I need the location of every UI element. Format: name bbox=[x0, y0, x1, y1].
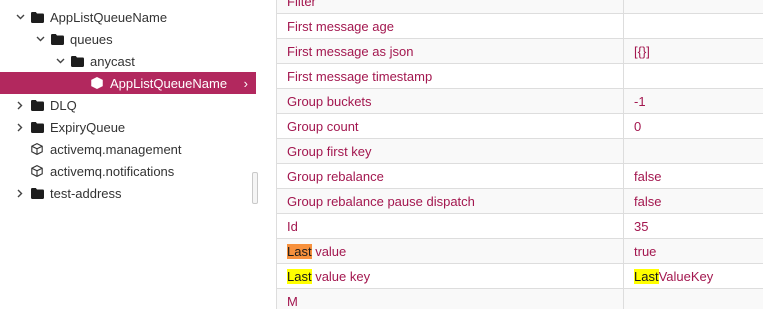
tree-item-label: ExpiryQueue bbox=[50, 119, 126, 135]
attributes-table-container: Filter First message age First message as … bbox=[276, 0, 763, 309]
attribute-name-text: value bbox=[311, 243, 347, 259]
search-highlight: Last bbox=[287, 243, 312, 259]
attribute-value: [{}] bbox=[623, 38, 763, 64]
attribute-name: Group first key bbox=[276, 138, 624, 164]
attribute-name: Last value key bbox=[276, 263, 624, 289]
tree-item-label: AppListQueueName bbox=[110, 75, 228, 91]
tree-scrollbar[interactable] bbox=[252, 172, 258, 204]
tree-item[interactable]: test-address bbox=[0, 182, 256, 204]
cube-icon bbox=[90, 77, 104, 89]
attribute-value: LastValueKey bbox=[623, 263, 763, 289]
tree-item-label: AppListQueueName bbox=[50, 9, 168, 25]
attribute-value bbox=[623, 138, 763, 164]
table-row[interactable]: Last value key LastValueKey bbox=[276, 263, 763, 289]
table-row[interactable]: Group first key bbox=[276, 138, 763, 164]
search-highlight: Last bbox=[287, 268, 312, 284]
attribute-name: Group rebalance bbox=[276, 163, 624, 189]
attribute-value: false bbox=[623, 163, 763, 189]
tree-item[interactable]: DLQ bbox=[0, 94, 256, 116]
tree-item[interactable]: anycast bbox=[0, 50, 256, 72]
tree-item[interactable]: ExpiryQueue bbox=[0, 116, 256, 138]
tree-item-label: activemq.notifications bbox=[50, 163, 175, 179]
attribute-value: 35 bbox=[623, 213, 763, 239]
attribute-value: false bbox=[623, 188, 763, 214]
folder-icon bbox=[30, 11, 44, 23]
chevron-down-icon[interactable] bbox=[34, 33, 46, 45]
chevron-down-icon[interactable] bbox=[14, 11, 26, 23]
cube-icon bbox=[30, 143, 44, 155]
tree-item[interactable]: queues bbox=[0, 28, 256, 50]
attribute-name: First message timestamp bbox=[276, 63, 624, 89]
attribute-value-text: ValueKey bbox=[658, 268, 714, 284]
attribute-name: First message as json bbox=[276, 38, 624, 64]
attribute-name: M bbox=[276, 288, 624, 309]
attribute-name: Id bbox=[276, 213, 624, 239]
folder-icon bbox=[30, 121, 44, 133]
table-row[interactable]: Filter bbox=[276, 0, 763, 14]
table-row[interactable]: Group count 0 bbox=[276, 113, 763, 139]
folder-icon bbox=[50, 33, 64, 45]
jmx-tree: AppListQueueName queues anycast AppListQueu… bbox=[0, 0, 256, 309]
table-row[interactable]: Group buckets -1 bbox=[276, 88, 763, 114]
tree-item-label: DLQ bbox=[50, 97, 77, 113]
search-highlight: Last bbox=[634, 268, 659, 284]
attribute-name: First message age bbox=[276, 13, 624, 39]
table-row[interactable]: Id 35 bbox=[276, 213, 763, 239]
attribute-value: true bbox=[623, 238, 763, 264]
attribute-value bbox=[623, 63, 763, 89]
tree-item-label: test-address bbox=[50, 185, 122, 201]
tree-item-selected[interactable]: AppListQueueName › bbox=[0, 72, 256, 94]
attribute-name: Filter bbox=[276, 0, 624, 14]
attribute-name: Group count bbox=[276, 113, 624, 139]
attribute-value bbox=[623, 0, 763, 14]
attribute-value bbox=[623, 288, 763, 309]
folder-icon bbox=[70, 55, 84, 67]
cube-icon bbox=[30, 165, 44, 177]
attribute-name: Last value bbox=[276, 238, 624, 264]
panel-splitter[interactable] bbox=[256, 0, 276, 309]
table-row[interactable]: Last value true bbox=[276, 238, 763, 264]
folder-icon bbox=[30, 99, 44, 111]
tree-item[interactable]: activemq.management bbox=[0, 138, 256, 160]
tree-item-label: queues bbox=[70, 31, 113, 47]
attribute-name: Group buckets bbox=[276, 88, 624, 114]
tree-item-label: activemq.management bbox=[50, 141, 182, 157]
chevron-right-icon: › bbox=[243, 75, 248, 91]
chevron-right-icon[interactable] bbox=[14, 99, 26, 111]
attribute-name: Group rebalance pause dispatch bbox=[276, 188, 624, 214]
attribute-name-text: value key bbox=[311, 268, 371, 284]
table-row[interactable]: First message timestamp bbox=[276, 63, 763, 89]
table-row[interactable]: M bbox=[276, 288, 763, 309]
table-row[interactable]: Group rebalance pause dispatch false bbox=[276, 188, 763, 214]
chevron-down-icon[interactable] bbox=[54, 55, 66, 67]
table-row[interactable]: First message age bbox=[276, 13, 763, 39]
table-row[interactable]: Group rebalance false bbox=[276, 163, 763, 189]
chevron-right-icon[interactable] bbox=[14, 187, 26, 199]
tree-item[interactable]: AppListQueueName bbox=[0, 6, 256, 28]
attribute-value: 0 bbox=[623, 113, 763, 139]
tree-item[interactable]: activemq.notifications bbox=[0, 160, 256, 182]
attribute-value bbox=[623, 13, 763, 39]
table-row[interactable]: First message as json[{}] bbox=[276, 38, 763, 64]
attributes-table: Filter First message age First message as … bbox=[276, 0, 763, 309]
chevron-right-icon[interactable] bbox=[14, 121, 26, 133]
attribute-value: -1 bbox=[623, 88, 763, 114]
folder-icon bbox=[30, 187, 44, 199]
tree-item-label: anycast bbox=[90, 53, 135, 69]
